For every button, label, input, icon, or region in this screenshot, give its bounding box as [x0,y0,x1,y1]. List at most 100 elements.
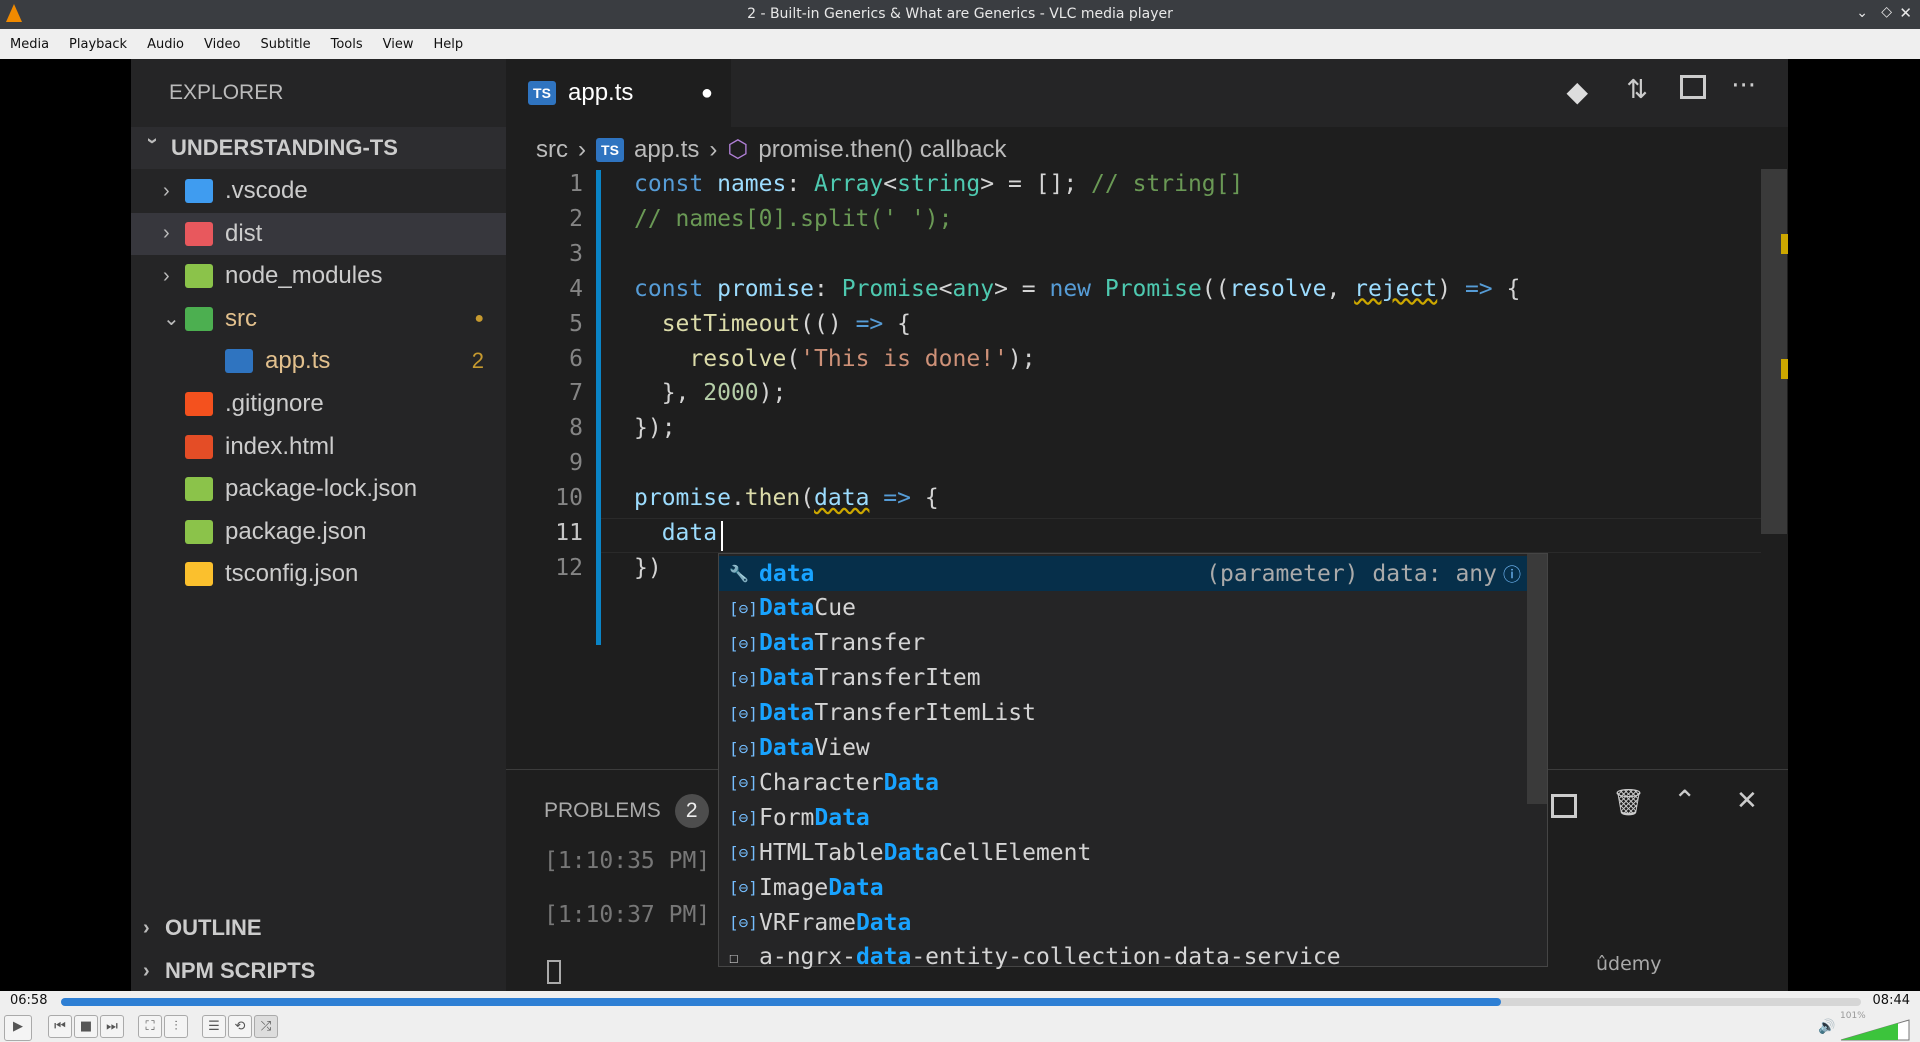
suggestion-item[interactable]: [⊖] Image Data [719,870,1527,905]
menu-tools[interactable]: Tools [321,37,373,52]
suggestion-text: -entity-collection-data-service [911,944,1341,971]
maximize-button[interactable]: ◇ [1881,4,1892,20]
suggestion-text: Cue [814,595,856,622]
code-line: }) [634,555,662,581]
play-button[interactable]: ▶ [4,1015,32,1041]
volume-icon[interactable]: 🔊 [1818,1019,1835,1035]
suggestion-item[interactable]: [⊖] Form Data [719,800,1527,835]
code-token: }); [634,415,676,442]
extended-settings-button[interactable]: ⫶ [164,1015,188,1038]
video-frame-vscode: EXPLORER › UNDERSTANDING-TS › .vscode › dist… [131,59,1788,991]
suggestion-item[interactable]: [⊖] HTMLTable Data CellElement [719,835,1527,870]
suggestion-item[interactable]: ☐ a-ngrx-data -entity-collection-data-serv… [719,940,1527,975]
code-token: < [883,171,898,197]
suggestion-text: TransferItemList [814,700,1036,727]
suggestion-item[interactable]: [⊖] Character Data [719,765,1527,800]
code-token: { [911,485,939,512]
variable-icon: [⊖] [729,668,758,688]
menu-playback[interactable]: Playback [59,37,137,52]
code-line: setTimeout(() => { [634,311,911,337]
fullscreen-button[interactable]: ⛶ [138,1015,162,1038]
seek-bar[interactable] [61,998,1861,1006]
menu-subtitle[interactable]: Subtitle [250,37,320,52]
code-token: 2000 [703,380,759,407]
code-line: resolve('This is done!'); [634,345,1036,372]
npm-scripts-section[interactable]: › NPM SCRIPTS [131,950,506,991]
suggestion-item[interactable]: [⊖] Data Cue [719,591,1527,626]
minimize-button[interactable]: ⌄ [1856,5,1868,21]
split-panel-icon[interactable] [1551,794,1577,818]
volume-slider[interactable] [1840,1019,1910,1041]
trash-icon[interactable]: 🗑 [1612,788,1645,818]
line-number: 10 [555,485,583,512]
tab-problems[interactable]: PROBLEMS 2 [544,794,709,828]
loop-button[interactable]: ⟲ [228,1015,252,1038]
menu-audio[interactable]: Audio [137,37,194,52]
total-time: 08:44 [1872,993,1910,1008]
variable-icon: [⊖] [729,598,758,618]
outline-section[interactable]: › OUTLINE [131,907,506,949]
code-token: ( [800,485,815,512]
outline-label: OUTLINE [165,915,262,940]
minimap-warning [1781,234,1788,254]
menu-help[interactable]: Help [424,37,474,52]
variable-icon: [⊖] [729,878,758,898]
menu-video[interactable]: Video [194,37,250,52]
code-token: . [730,485,745,512]
code-token: Promise [841,275,939,302]
player-controls: 06:58 08:44 ▶ ⏮ ■ ⏭ ⛶ ⫶ ☰ ⟲ ⤮ 🔊 101% [0,991,1920,1042]
suggestion-item[interactable]: [⊖] Data TransferItemList [719,696,1527,731]
code-token: , [1326,275,1355,302]
line-number: 8 [569,415,583,442]
line-number: 2 [569,205,583,232]
suggestion-text: VRFrame [759,909,856,936]
suggestion-item[interactable]: [⊖] Data Transfer [719,626,1527,661]
line-number: 3 [569,240,583,267]
menu-media[interactable]: Media [0,37,59,52]
code-token: then [744,485,801,512]
next-button[interactable]: ⏭ [100,1015,124,1038]
code-line: promise.then(data => { [634,485,939,511]
suggestion-scrollbar[interactable] [1527,554,1547,804]
problems-count-badge: 2 [674,794,709,828]
terminal-cursor [547,960,561,984]
code-token: { [1492,275,1521,302]
code-token: ); [1007,345,1036,372]
scrollbar[interactable] [1761,169,1787,534]
code-token: names [717,171,787,197]
code-token: promise [634,485,731,512]
udemy-watermark: ûdemy [1596,953,1662,975]
code-token: const [634,275,718,302]
code-token: => [855,310,884,337]
maximize-panel-icon[interactable]: ⌃ [1673,784,1696,817]
text-icon: ☐ [729,947,739,967]
menu-view[interactable]: View [373,37,424,52]
suggestion-text: Character [759,769,884,796]
npm-scripts-label: NPM SCRIPTS [165,958,316,983]
code-token: : [814,275,842,302]
variable-icon: [⊖] [729,703,758,723]
suggestion-item[interactable]: [⊖] VRFrame Data [719,905,1527,940]
code-line: // names[0].split(' '); [634,206,953,232]
code-token: 'This is done!' [800,345,1008,372]
suggestion-item[interactable]: [⊖] Data TransferItem [719,661,1527,696]
autocomplete-popup: 🔧 data (parameter) data: any ⓘ [⊖] Data Cue [⊖]… [718,553,1548,970]
shuffle-button[interactable]: ⤮ [254,1015,278,1038]
suggestion-item[interactable]: 🔧 data (parameter) data: any ⓘ [719,556,1527,591]
close-panel-icon[interactable]: ✕ [1736,786,1758,816]
code-line: }); [634,415,676,441]
suggestion-match: Data [828,874,884,901]
code-token: Array [814,171,884,197]
line-number: 11 [555,520,583,546]
suggestion-match: Data [759,595,815,622]
stop-button[interactable]: ■ [74,1015,98,1038]
playlist-button[interactable]: ☰ [202,1015,226,1038]
close-button[interactable]: ✕ [1899,4,1912,22]
suggestion-item[interactable]: [⊖] Data View [719,731,1527,766]
suggestion-text: HTMLTable [759,839,884,866]
previous-button[interactable]: ⏮ [48,1015,72,1038]
code-token: (( [1201,275,1230,302]
info-icon[interactable]: ⓘ [1503,561,1521,587]
suggestion-text: View [814,735,870,761]
wrench-icon: 🔧 [729,564,749,583]
